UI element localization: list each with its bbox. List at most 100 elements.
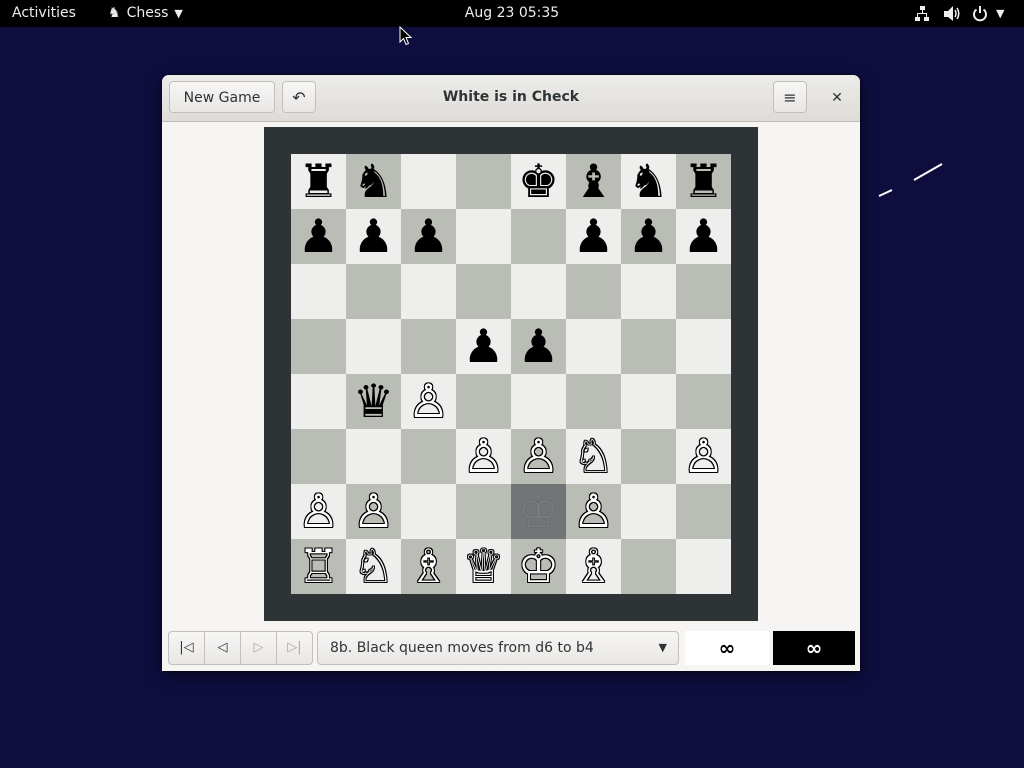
white-pawn-piece[interactable]: ♙ <box>408 374 449 429</box>
chevron-down-icon[interactable]: ▼ <box>996 0 1004 27</box>
history-next-button[interactable]: ▷ <box>240 631 277 665</box>
menu-button[interactable]: ≡ <box>773 81 807 113</box>
square-f3[interactable]: ♘ <box>566 429 621 484</box>
square-g3[interactable] <box>621 429 676 484</box>
white-bishop-piece[interactable]: ♗ <box>573 539 614 594</box>
square-a5[interactable] <box>291 319 346 374</box>
square-a8[interactable]: ♜ <box>291 154 346 209</box>
power-icon[interactable] <box>972 0 988 27</box>
square-f1[interactable]: ♗ <box>566 539 621 594</box>
black-pawn-piece[interactable]: ♟ <box>518 319 559 374</box>
square-f2[interactable]: ♙ <box>566 484 621 539</box>
black-queen-piece[interactable]: ♛ <box>353 374 394 429</box>
square-a4[interactable] <box>291 374 346 429</box>
new-game-button[interactable]: New Game <box>169 81 275 113</box>
square-g1[interactable] <box>621 539 676 594</box>
square-a1[interactable]: ♖ <box>291 539 346 594</box>
square-c6[interactable] <box>401 264 456 319</box>
square-f8[interactable]: ♝ <box>566 154 621 209</box>
square-b3[interactable] <box>346 429 401 484</box>
white-pawn-piece[interactable]: ♙ <box>683 429 724 484</box>
black-rook-piece[interactable]: ♜ <box>298 154 339 209</box>
square-f6[interactable] <box>566 264 621 319</box>
square-g7[interactable]: ♟ <box>621 209 676 264</box>
square-c8[interactable] <box>401 154 456 209</box>
black-pawn-piece[interactable]: ♟ <box>683 209 724 264</box>
square-h4[interactable] <box>676 374 731 429</box>
square-b4[interactable]: ♛ <box>346 374 401 429</box>
white-bishop-piece[interactable]: ♗ <box>408 539 449 594</box>
square-b7[interactable]: ♟ <box>346 209 401 264</box>
square-e4[interactable] <box>511 374 566 429</box>
square-b2[interactable]: ♙ <box>346 484 401 539</box>
square-c4[interactable]: ♙ <box>401 374 456 429</box>
square-f5[interactable] <box>566 319 621 374</box>
black-pawn-piece[interactable]: ♟ <box>628 209 669 264</box>
undo-button[interactable]: ↶ <box>282 81 316 113</box>
square-c1[interactable]: ♗ <box>401 539 456 594</box>
square-d3[interactable]: ♙ <box>456 429 511 484</box>
square-b1[interactable]: ♘ <box>346 539 401 594</box>
square-c2[interactable] <box>401 484 456 539</box>
square-a6[interactable] <box>291 264 346 319</box>
square-e6[interactable] <box>511 264 566 319</box>
square-e3[interactable]: ♙ <box>511 429 566 484</box>
square-a2[interactable]: ♙ <box>291 484 346 539</box>
volume-icon[interactable] <box>943 0 961 27</box>
square-g8[interactable]: ♞ <box>621 154 676 209</box>
square-d8[interactable] <box>456 154 511 209</box>
network-icon[interactable] <box>914 0 930 27</box>
square-h6[interactable] <box>676 264 731 319</box>
close-button[interactable]: ✕ <box>825 86 849 110</box>
square-c7[interactable]: ♟ <box>401 209 456 264</box>
square-b8[interactable]: ♞ <box>346 154 401 209</box>
square-h5[interactable] <box>676 319 731 374</box>
square-h2[interactable] <box>676 484 731 539</box>
history-last-button[interactable]: ▷| <box>276 631 313 665</box>
square-g5[interactable] <box>621 319 676 374</box>
white-pawn-piece[interactable]: ♙ <box>298 484 339 539</box>
square-d1[interactable]: ♕ <box>456 539 511 594</box>
square-h3[interactable]: ♙ <box>676 429 731 484</box>
black-pawn-piece[interactable]: ♟ <box>408 209 449 264</box>
square-f4[interactable] <box>566 374 621 429</box>
square-c3[interactable] <box>401 429 456 484</box>
square-e1[interactable]: ♔ <box>511 539 566 594</box>
square-b5[interactable] <box>346 319 401 374</box>
black-pawn-piece[interactable]: ♟ <box>353 209 394 264</box>
square-e2[interactable]: ♔ <box>511 484 566 539</box>
square-d7[interactable] <box>456 209 511 264</box>
square-g6[interactable] <box>621 264 676 319</box>
square-d5[interactable]: ♟ <box>456 319 511 374</box>
square-e7[interactable] <box>511 209 566 264</box>
chess-board[interactable]: ♜ ♞ ♚ ♝ ♞ ♜ ♟ ♟ ♟ ♟ ♟ ♟ ♟ ♟ ♛ ♙ ♙ ♙ ♘ ♙ ♙ ♙ ♔ ♙ ♖ ♘ ♗ ♕ ♔ ♗ <box>291 154 731 594</box>
square-e8[interactable]: ♚ <box>511 154 566 209</box>
clock[interactable]: Aug 23 05:35 <box>0 0 1024 27</box>
white-king-piece[interactable]: ♔ <box>518 539 559 594</box>
white-knight-piece[interactable]: ♘ <box>353 539 394 594</box>
square-h1[interactable] <box>676 539 731 594</box>
move-history-dropdown[interactable]: 8b. Black queen moves from d6 to b4 ▼ <box>317 631 679 665</box>
white-knight-piece[interactable]: ♘ <box>573 429 614 484</box>
black-knight-piece[interactable]: ♞ <box>353 154 394 209</box>
black-pawn-piece[interactable]: ♟ <box>298 209 339 264</box>
black-king-piece[interactable]: ♚ <box>518 154 559 209</box>
history-previous-button[interactable]: ◁ <box>204 631 241 665</box>
white-pawn-piece[interactable]: ♙ <box>463 429 504 484</box>
square-e5[interactable]: ♟ <box>511 319 566 374</box>
history-first-button[interactable]: |◁ <box>168 631 205 665</box>
square-h7[interactable]: ♟ <box>676 209 731 264</box>
square-g2[interactable] <box>621 484 676 539</box>
square-d4[interactable] <box>456 374 511 429</box>
black-pawn-piece[interactable]: ♟ <box>463 319 504 374</box>
black-rook-piece[interactable]: ♜ <box>683 154 724 209</box>
white-rook-piece[interactable]: ♖ <box>298 539 339 594</box>
square-d6[interactable] <box>456 264 511 319</box>
white-pawn-piece[interactable]: ♙ <box>518 429 559 484</box>
square-c5[interactable] <box>401 319 456 374</box>
square-a7[interactable]: ♟ <box>291 209 346 264</box>
white-pawn-piece[interactable]: ♙ <box>573 484 614 539</box>
square-d2[interactable] <box>456 484 511 539</box>
square-h8[interactable]: ♜ <box>676 154 731 209</box>
white-pawn-piece[interactable]: ♙ <box>353 484 394 539</box>
